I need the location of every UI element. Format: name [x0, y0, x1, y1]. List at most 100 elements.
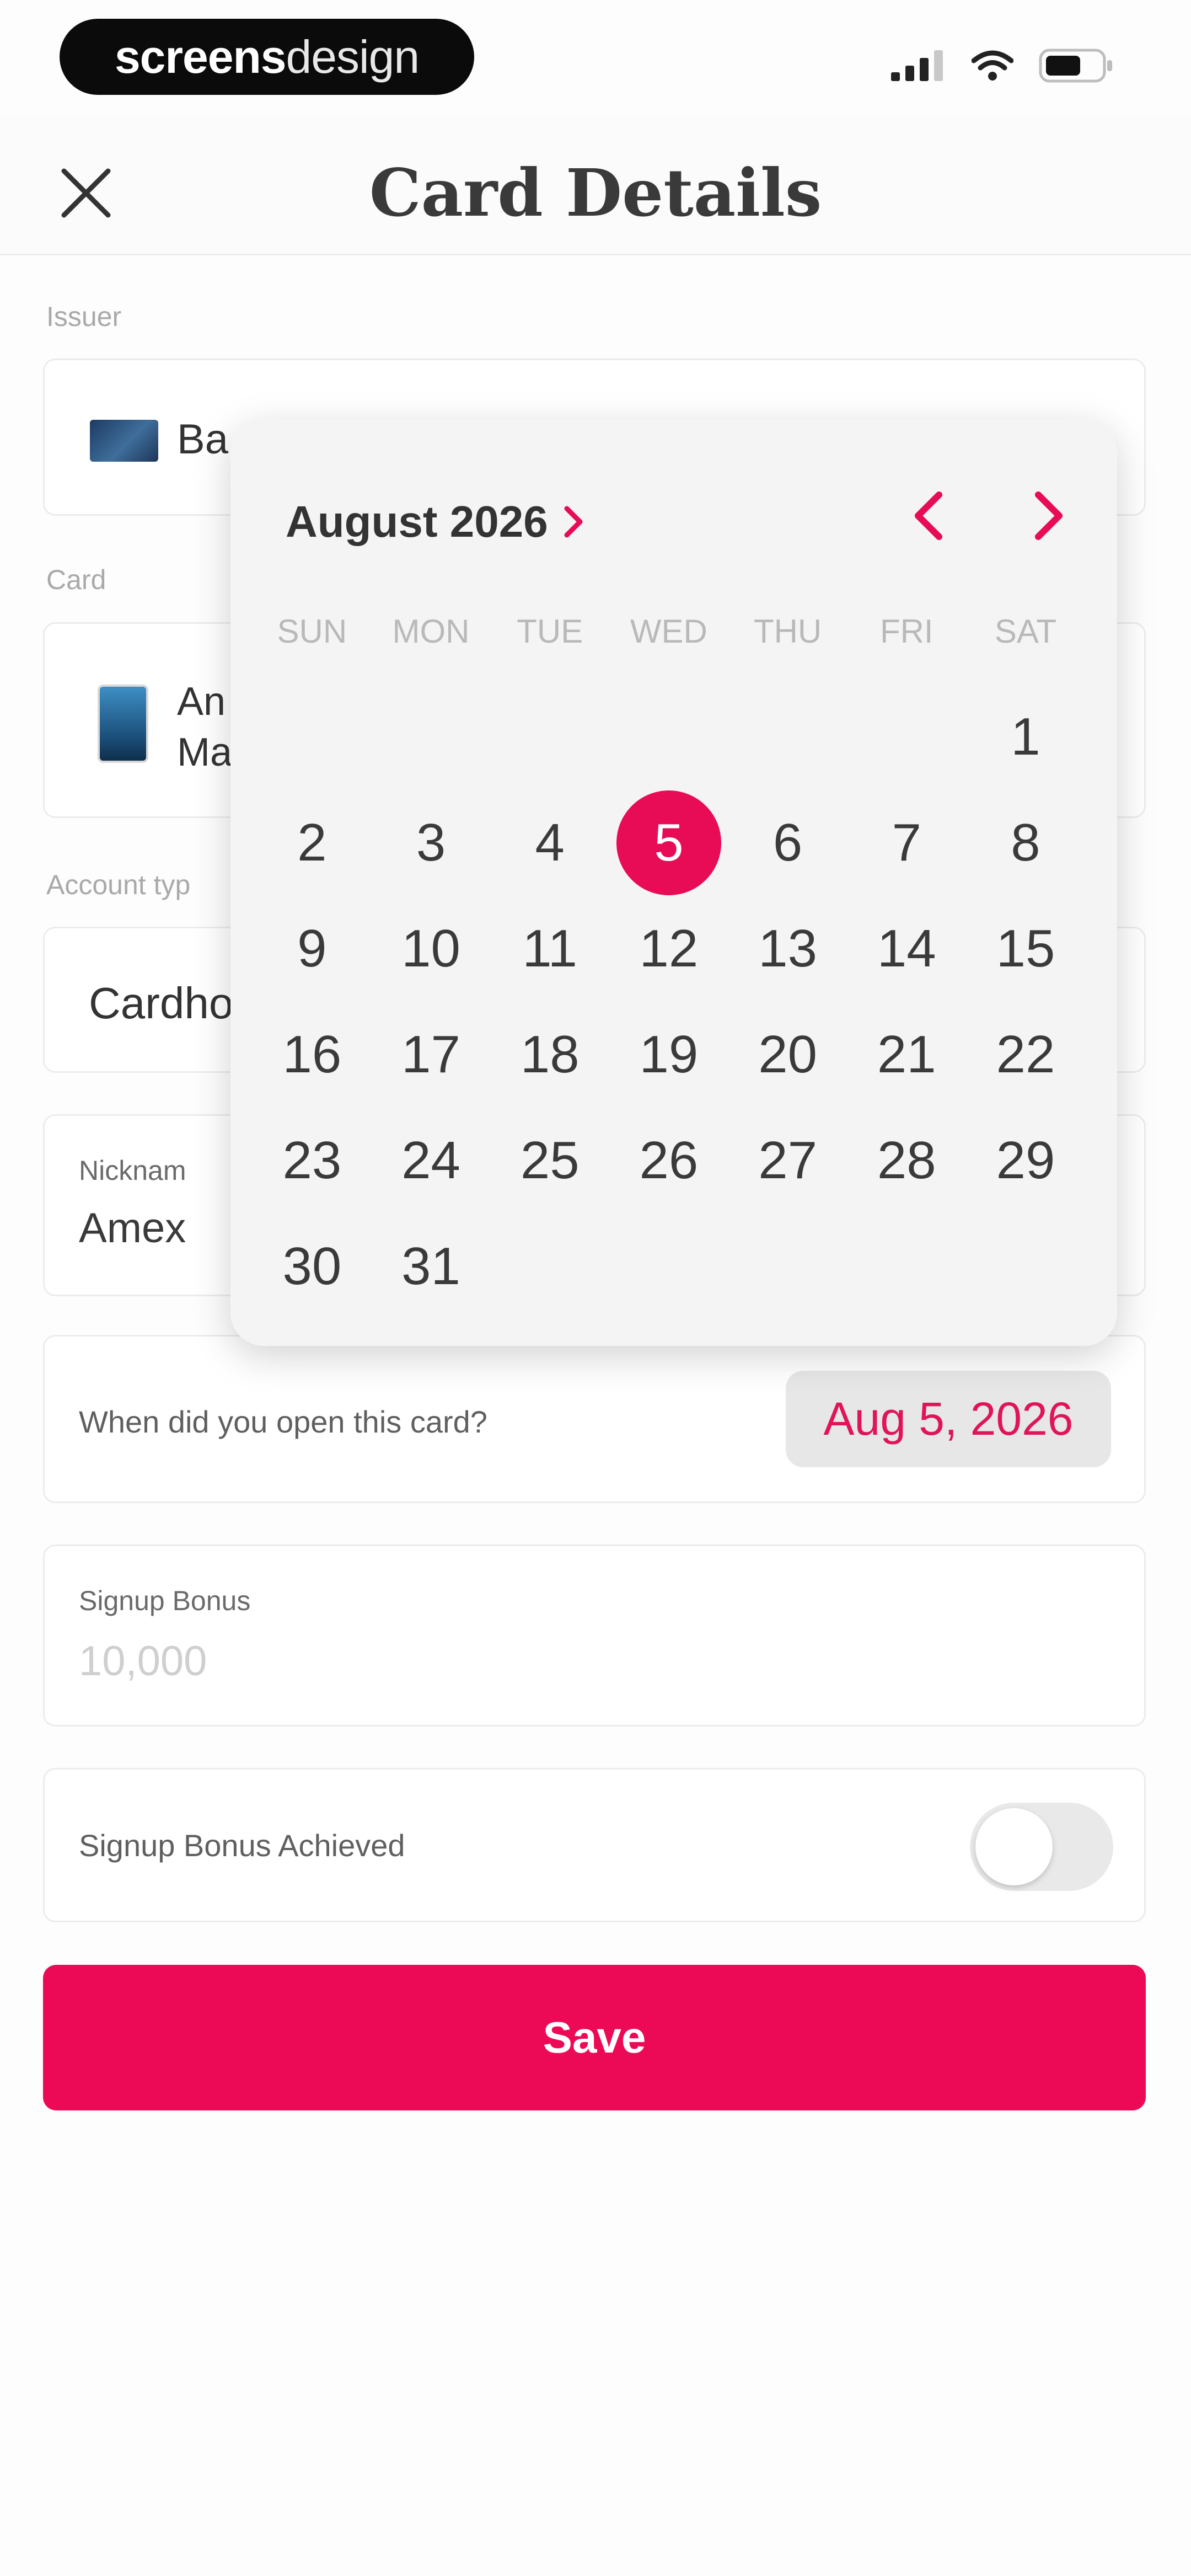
weekday-label: TUE	[517, 613, 583, 650]
weekday-label: MON	[392, 613, 470, 650]
calendar-day-number: 22	[996, 1025, 1055, 1084]
chevron-right-icon	[562, 504, 584, 539]
month-year-selector[interactable]: August 2026	[286, 496, 584, 547]
status-bar: screens design	[0, 0, 1191, 116]
toggle-knob	[975, 1808, 1053, 1885]
card-label: Card	[46, 564, 106, 595]
calendar-day[interactable]: 14	[847, 896, 966, 1002]
calendar-day[interactable]: 8	[966, 790, 1085, 896]
calendar-day[interactable]: 29	[966, 1108, 1085, 1214]
calendar-day-number: 1	[1011, 707, 1040, 766]
calendar-day-number: 15	[996, 919, 1055, 978]
page-title: Card Details	[369, 154, 822, 231]
calendar-day[interactable]: 18	[490, 1002, 609, 1108]
bank-card-icon	[90, 420, 158, 462]
calendar-day-number: 12	[639, 919, 699, 978]
day-grid: 1 2 3 4 5 6 7 8 9 10 11 12 13 14 15 16 17 18 19 20 21 22 23 24 2…	[253, 684, 1085, 1319]
calendar-empty-cell	[490, 684, 609, 790]
previous-month-button[interactable]	[898, 485, 958, 546]
calendar-day-number: 30	[282, 1237, 342, 1296]
open-date-field: When did you open this card? Aug 5, 2026	[43, 1335, 1146, 1503]
calendar-day[interactable]: 26	[609, 1108, 728, 1214]
weekday-label: SUN	[277, 613, 347, 650]
calendar-day-number: 19	[639, 1025, 699, 1084]
calendar-day[interactable]: 7	[847, 790, 966, 896]
calendar-day[interactable]: 31	[372, 1214, 491, 1319]
calendar-empty-cell	[728, 684, 847, 790]
calendar-day[interactable]: 28	[847, 1108, 966, 1214]
calendar-day[interactable]: 3	[372, 790, 491, 896]
calendar-day[interactable]: 6	[728, 790, 847, 896]
calendar-day-number: 24	[401, 1131, 460, 1190]
signup-bonus-label: Signup Bonus	[79, 1585, 251, 1616]
calendar-day-number: 29	[996, 1131, 1055, 1190]
calendar-day[interactable]: 1	[966, 684, 1085, 790]
calendar-empty-cell	[847, 684, 966, 790]
calendar-day-number: 28	[877, 1131, 936, 1190]
calendar-day-number: 5	[616, 790, 721, 895]
open-date-button[interactable]: Aug 5, 2026	[786, 1371, 1111, 1467]
calendar-day-number: 4	[535, 813, 565, 872]
brand-logo: screens design	[60, 19, 474, 95]
calendar-day-number: 13	[758, 919, 817, 978]
header: Card Details	[0, 116, 1191, 255]
brand-logo-light: design	[286, 30, 420, 83]
signup-bonus-achieved-label: Signup Bonus Achieved	[79, 1828, 405, 1863]
calendar-empty-cell	[609, 684, 728, 790]
calendar-day-number: 9	[297, 919, 327, 978]
calendar-day[interactable]: 12	[609, 896, 728, 1002]
signup-bonus-achieved-row: Signup Bonus Achieved	[43, 1768, 1146, 1922]
calendar-day[interactable]: 30	[253, 1214, 372, 1319]
calendar-empty-cell	[372, 684, 491, 790]
signup-bonus-achieved-toggle[interactable]	[970, 1803, 1113, 1891]
calendar-day-number: 10	[401, 919, 460, 978]
signup-bonus-field[interactable]: Signup Bonus 10,000	[43, 1544, 1146, 1727]
calendar-day[interactable]: 15	[966, 896, 1085, 1002]
date-picker-popover: August 2026 SUN MON TUE WED THU FRI SAT	[230, 419, 1117, 1346]
issuer-label: Issuer	[46, 301, 122, 332]
calendar-empty-cell	[253, 684, 372, 790]
calendar-day-number: 14	[877, 919, 936, 978]
month-year-label: August 2026	[286, 497, 548, 546]
calendar-day[interactable]: 17	[372, 1002, 491, 1108]
next-month-button[interactable]	[1019, 485, 1080, 546]
weekday-label: THU	[753, 613, 822, 650]
card-value: An Ma	[177, 676, 232, 778]
calendar-day[interactable]: 9	[253, 896, 372, 1002]
calendar-day[interactable]: 22	[966, 1002, 1085, 1108]
calendar-day[interactable]: 11	[490, 896, 609, 1002]
nickname-input[interactable]: Amex	[79, 1204, 186, 1252]
status-icons	[891, 49, 1114, 85]
calendar-day[interactable]: 13	[728, 896, 847, 1002]
card-value-line2: Ma	[177, 730, 233, 774]
calendar-day[interactable]: 24	[372, 1108, 491, 1214]
calendar-day[interactable]: 25	[490, 1108, 609, 1214]
calendar-day-number: 18	[520, 1025, 580, 1084]
brand-logo-bold: screens	[114, 30, 287, 83]
calendar-day[interactable]: 20	[728, 1002, 847, 1108]
calendar-day-number: 23	[282, 1131, 342, 1190]
chevron-right-icon	[1035, 491, 1063, 540]
weekday-label: WED	[630, 613, 707, 650]
calendar-day-number: 27	[758, 1131, 817, 1190]
calendar-day[interactable]: 4	[490, 790, 609, 896]
calendar-day[interactable]: 21	[847, 1002, 966, 1108]
battery-icon	[1039, 49, 1114, 85]
open-date-question: When did you open this card?	[79, 1404, 487, 1439]
calendar-day[interactable]: 16	[253, 1002, 372, 1108]
weekday-label: SAT	[994, 613, 1057, 650]
calendar-day[interactable]: 27	[728, 1108, 847, 1214]
calendar-day-number: 17	[401, 1025, 460, 1084]
signup-bonus-input[interactable]: 10,000	[79, 1637, 207, 1685]
calendar-day[interactable]: 19	[609, 1002, 728, 1108]
weekday-label: FRI	[879, 613, 934, 650]
issuer-value: Ba	[177, 416, 228, 463]
nickname-label: Nicknam	[79, 1155, 186, 1186]
calendar-day[interactable]: 23	[253, 1108, 372, 1214]
calendar-day[interactable]: 10	[372, 896, 491, 1002]
calendar-day-number: 26	[639, 1131, 699, 1190]
calendar-day-selected[interactable]: 5	[609, 790, 728, 896]
calendar-day[interactable]: 2	[253, 790, 372, 896]
save-button[interactable]: Save	[43, 1965, 1146, 2110]
account-type-value: Cardho	[89, 979, 234, 1028]
